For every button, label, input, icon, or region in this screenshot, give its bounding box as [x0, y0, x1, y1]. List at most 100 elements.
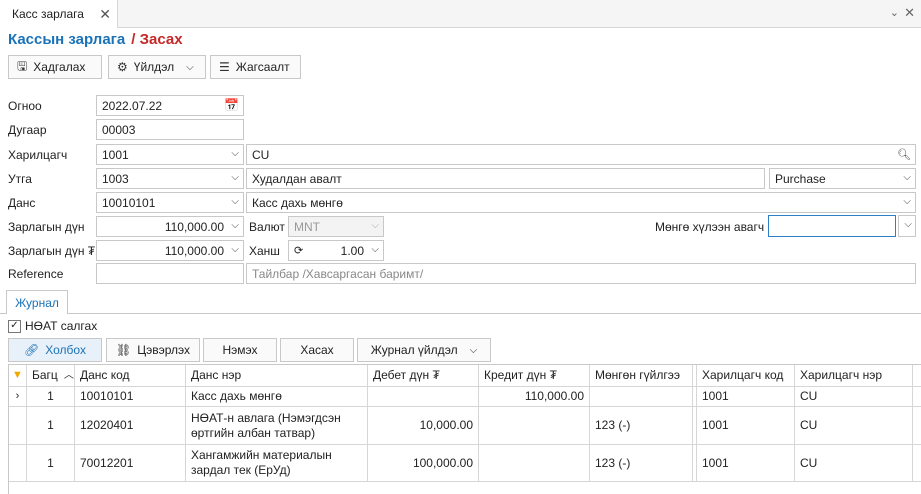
chevron-down-icon: ⌵	[371, 244, 379, 255]
reference-field[interactable]	[96, 263, 244, 284]
cell-credit[interactable]	[479, 407, 590, 444]
chevron-down-icon: ⌵	[186, 61, 194, 73]
cell-credit[interactable]	[479, 445, 590, 481]
currency-label: Валют	[249, 220, 285, 234]
cell-account-name[interactable]: Хангамжийн материалын зардал тек (ЕрУд)	[186, 445, 368, 481]
table-row[interactable]: 1 12020401 НӨАТ-н авлага (Нэмэгдсэн өртг…	[9, 407, 921, 445]
chevron-down-icon: ⌵	[231, 244, 239, 255]
currency-select[interactable]: MNT ⌵	[288, 216, 384, 237]
tab-journal[interactable]: Журнал	[6, 290, 68, 314]
cell-partner-name[interactable]: CU	[795, 445, 913, 481]
table-row[interactable]: › 1 10010101 Касс дахь мөнгө 110,000.00 …	[9, 387, 921, 407]
cell-account-name[interactable]: НӨАТ-н авлага (Нэмэгдсэн өртгийн албан т…	[186, 407, 368, 444]
filter-icon[interactable]: ▼	[9, 365, 27, 386]
add-button-label: Нэмэх	[222, 343, 258, 357]
date-field[interactable]: 2022.07.22 📅	[96, 95, 244, 116]
number-field[interactable]: 00003	[96, 119, 244, 140]
chevron-down-icon: ⌵	[231, 196, 239, 207]
close-tab-icon[interactable]: ✕	[99, 6, 111, 23]
document-tab[interactable]: Касс зарлага ✕	[0, 0, 118, 28]
clear-button[interactable]: ⛓︎ Цэвэрлэх	[106, 338, 200, 362]
amount-field[interactable]: 110,000.00 ⌵	[96, 216, 244, 237]
column-header-cash-flow[interactable]: Мөнгөн гүйлгээ	[590, 365, 693, 386]
cell-account-code[interactable]: 70012201	[75, 445, 186, 481]
cell-debit[interactable]: 10,000.00	[368, 407, 479, 444]
cell-account-name[interactable]: Касс дахь мөнгө	[186, 387, 368, 406]
delete-row-button[interactable]: Хасах	[280, 338, 354, 362]
cell-partner-code[interactable]: 1001	[697, 387, 795, 406]
table-row[interactable]: 1 70012201 Хангамжийн материалын зардал …	[9, 445, 921, 482]
type-kind-select[interactable]: Purchase ⌵	[769, 168, 916, 189]
calendar-icon[interactable]: 📅	[224, 98, 239, 112]
cell-batch[interactable]: 1	[27, 407, 75, 444]
cell-partner-code[interactable]: 1001	[697, 445, 795, 481]
list-button[interactable]: ☰ Жагсаалт	[210, 55, 301, 79]
sort-ascending-icon: ︿	[63, 370, 74, 381]
search-icon[interactable]: 🔍︎	[897, 148, 911, 161]
add-row-button[interactable]: Нэмэх	[203, 338, 277, 362]
close-window-icon[interactable]: ✕	[904, 5, 915, 21]
chevron-down-icon: ⌵	[231, 220, 239, 231]
page-title: Кассын зарлага / Засах	[8, 31, 183, 48]
delete-button-label: Хасах	[300, 343, 334, 357]
row-indicator	[9, 407, 27, 444]
number-label: Дугаар	[8, 123, 47, 137]
partner-name-field[interactable]: CU 🔍︎	[246, 144, 916, 165]
column-header-account-name[interactable]: Данс нэр	[186, 365, 368, 386]
cell-account-code[interactable]: 10010101	[75, 387, 186, 406]
cell-partner-name[interactable]: CU	[795, 387, 913, 406]
account-label: Данс	[8, 196, 36, 210]
link-button[interactable]: 🔗︎ Холбох	[8, 338, 102, 362]
reference-label: Reference	[8, 267, 64, 281]
note-field[interactable]: Тайлбар /Хавсаргасан баримт/	[246, 263, 916, 284]
cell-account-code[interactable]: 12020401	[75, 407, 186, 444]
column-header-debit[interactable]: Дебет дүн ₮	[368, 365, 479, 386]
cell-cash-flow[interactable]	[590, 387, 693, 406]
rate-label: Ханш	[249, 244, 280, 258]
cell-debit[interactable]	[368, 387, 479, 406]
vat-split-checkbox[interactable]: ✓ НӨАТ салгах	[8, 319, 97, 333]
currency-value: MNT	[294, 219, 320, 234]
type-code-select[interactable]: 1003 ⌵	[96, 168, 244, 189]
cell-cash-flow[interactable]: 123 (-)	[590, 407, 693, 444]
save-button[interactable]: 🖫 Хадгалах	[8, 55, 102, 79]
column-header-label: Багц	[32, 368, 58, 382]
column-header-batch[interactable]: Багц ︿	[27, 365, 75, 386]
cell-credit[interactable]: 110,000.00	[479, 387, 590, 406]
save-icon: 🖫	[17, 58, 28, 73]
cell-batch[interactable]: 1	[27, 387, 75, 406]
page-title-main: Кассын зарлага	[8, 31, 126, 48]
column-header-partner-name[interactable]: Харилцагч нэр	[795, 365, 913, 386]
column-header-partner-code[interactable]: Харилцагч код	[697, 365, 795, 386]
amount-mnt-field[interactable]: 110,000.00 ⌵	[96, 240, 244, 261]
recipient-label: Мөнгө хүлээн авагч	[655, 220, 765, 234]
chevron-down-icon: ⌵	[903, 196, 911, 207]
type-description-field[interactable]: Худалдан авалт	[246, 168, 765, 189]
chevron-down-icon: ⌵	[231, 172, 239, 183]
note-placeholder: Тайлбар /Хавсаргасан баримт/	[252, 266, 424, 281]
cell-batch[interactable]: 1	[27, 445, 75, 481]
amount-mnt-label: Зарлагын дүн ₮	[8, 244, 96, 258]
type-description-value: Худалдан авалт	[252, 171, 342, 186]
journal-action-button[interactable]: Журнал үйлдэл ⌵	[357, 338, 491, 362]
chevron-down-icon: ⌵	[903, 172, 911, 183]
account-code-select[interactable]: 10010101 ⌵	[96, 192, 244, 213]
action-menu-button[interactable]: ⚙ Үйлдэл ⌵	[108, 55, 206, 79]
cell-cash-flow[interactable]: 123 (-)	[590, 445, 693, 481]
journal-action-label: Журнал үйлдэл	[370, 343, 458, 357]
refresh-icon[interactable]: ⟳	[294, 244, 303, 257]
tab-list-chevron-icon[interactable]: ⌄	[890, 6, 899, 19]
column-header-credit[interactable]: Кредит дүн ₮	[479, 365, 590, 386]
journal-grid: ▼ Багц ︿ Данс код Данс нэр Дебет дүн ₮ К…	[8, 364, 921, 494]
cell-debit[interactable]: 100,000.00	[368, 445, 479, 481]
cell-partner-code[interactable]: 1001	[697, 407, 795, 444]
chevron-down-icon: ⌵	[371, 220, 379, 231]
rate-field[interactable]: ⟳ 1.00 ⌵	[288, 240, 384, 261]
cell-partner-name[interactable]: CU	[795, 407, 913, 444]
account-name-select[interactable]: Касс дахь мөнгө ⌵	[246, 192, 916, 213]
recipient-dropdown-button[interactable]: ⌵	[898, 215, 916, 237]
column-header-account-code[interactable]: Данс код	[75, 365, 186, 386]
partner-code-select[interactable]: 1001 ⌵	[96, 144, 244, 165]
date-value: 2022.07.22	[102, 98, 163, 113]
recipient-field[interactable]	[768, 215, 896, 237]
